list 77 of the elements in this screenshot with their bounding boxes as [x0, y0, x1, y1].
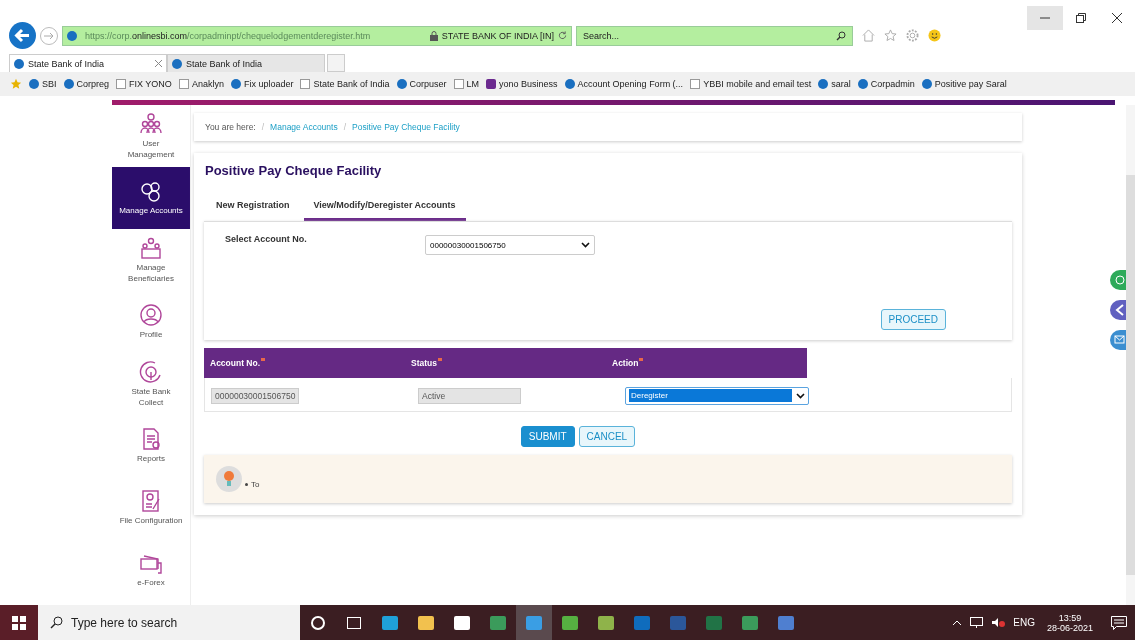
- favorite-link[interactable]: Positive pay Saral: [921, 79, 1007, 89]
- scrollbar[interactable]: [1126, 105, 1135, 605]
- favorite-link[interactable]: Fix uploader: [230, 79, 294, 89]
- form-tab[interactable]: New Registration: [206, 200, 300, 221]
- bullet-icon: [245, 482, 248, 486]
- browser-tab[interactable]: State Bank of India: [9, 54, 167, 72]
- sidebar-item[interactable]: Reports: [112, 415, 190, 477]
- status-field: Active: [418, 388, 521, 404]
- sidebar-item[interactable]: User Management: [112, 105, 190, 167]
- clock-time: 13:59: [1058, 612, 1082, 623]
- language-indicator[interactable]: ENG: [1013, 617, 1035, 628]
- notification-icon[interactable]: [1111, 615, 1127, 630]
- column-header: Account No.: [204, 358, 405, 368]
- favorites-star-icon[interactable]: [884, 29, 897, 42]
- windows-icon: [12, 615, 26, 630]
- document-edit-icon: [139, 489, 163, 514]
- start-button[interactable]: [0, 605, 38, 640]
- network-icon[interactable]: [970, 617, 984, 628]
- field-label: Select Account No.: [225, 234, 308, 244]
- search-icon[interactable]: [836, 30, 846, 41]
- taskbar-search-field[interactable]: Type here to search: [38, 605, 300, 640]
- collect-icon: [139, 359, 163, 384]
- close-tab-icon[interactable]: [155, 60, 162, 67]
- favorite-link[interactable]: Anaklyn: [178, 79, 224, 89]
- breadcrumb-separator: /: [343, 122, 347, 132]
- column-header: Action: [606, 358, 807, 368]
- favorite-link[interactable]: SBI: [29, 79, 57, 89]
- breadcrumb-label: You are here:: [205, 122, 256, 132]
- chevron-up-icon[interactable]: [952, 619, 963, 626]
- back-button[interactable]: [9, 22, 36, 49]
- favorite-link[interactable]: saral: [818, 79, 851, 89]
- profile-icon: [139, 303, 163, 328]
- address-bar[interactable]: https://corp.onlinesbi.com/corpadminpt/chequelodgementderegister.htm STATE BANK OF INDIA [IN]: [62, 25, 572, 46]
- site-icon: [67, 30, 77, 41]
- sidebar-item[interactable]: Manage Beneficiaries: [112, 229, 190, 291]
- page-title: Positive Pay Cheque Facility: [205, 163, 383, 178]
- favorite-link[interactable]: State Bank of India: [300, 79, 390, 89]
- breadcrumb-separator: /: [261, 122, 265, 132]
- sidebar-item[interactable]: State Bank Collect: [112, 353, 190, 415]
- account-dropdown[interactable]: 00000030001506750: [425, 235, 595, 255]
- search-icon: [50, 616, 63, 629]
- sidebar-item[interactable]: Manage Accounts: [112, 167, 190, 229]
- chat-icon[interactable]: [1110, 270, 1126, 290]
- browser-tab[interactable]: State Bank of India: [167, 54, 325, 72]
- sidebar-item[interactable]: File Configuration: [112, 477, 190, 539]
- favorite-link[interactable]: yono Business: [486, 79, 558, 89]
- group-icon: [139, 235, 163, 260]
- chevron-down-icon: [581, 242, 590, 248]
- restore-icon: [1076, 13, 1086, 23]
- favorite-link[interactable]: YBBI mobile and email test: [690, 79, 812, 89]
- search-field[interactable]: Search...: [576, 25, 853, 46]
- sidebar-item[interactable]: e-Forex: [112, 539, 190, 601]
- refresh-icon[interactable]: [558, 31, 567, 40]
- column-header: Status: [405, 358, 606, 368]
- favorite-link[interactable]: Corpadmin: [857, 79, 915, 89]
- lightbulb-icon: [216, 466, 242, 492]
- action-dropdown[interactable]: Deregister: [625, 386, 809, 405]
- share-icon[interactable]: [1110, 300, 1126, 320]
- close-icon: [1112, 13, 1122, 23]
- tip-text: To: [251, 479, 260, 489]
- mail-icon[interactable]: [1110, 330, 1126, 350]
- clock-date: 28-06-2021: [1046, 622, 1093, 633]
- form-tab[interactable]: View/Modify/Deregister Accounts: [303, 200, 466, 221]
- favorite-link[interactable]: Account Opening Form (...: [564, 79, 684, 89]
- smiley-icon[interactable]: [928, 29, 941, 42]
- favorite-link[interactable]: FIX YONO: [116, 79, 172, 89]
- sidebar-item[interactable]: Profile: [112, 291, 190, 353]
- account-field: 00000030001506750: [211, 388, 300, 404]
- chevron-down-icon: [796, 392, 805, 399]
- favorite-link[interactable]: Corpuser: [396, 79, 447, 89]
- favorite-link[interactable]: Corpreg: [63, 79, 110, 89]
- users-icon: [139, 111, 163, 136]
- favorite-link[interactable]: LM: [453, 79, 480, 89]
- muted-speaker-icon[interactable]: [991, 617, 1006, 628]
- site-identity: STATE BANK OF INDIA [IN]: [441, 30, 554, 41]
- submit-button[interactable]: SUBMIT: [520, 426, 575, 447]
- lock-icon: [429, 30, 438, 41]
